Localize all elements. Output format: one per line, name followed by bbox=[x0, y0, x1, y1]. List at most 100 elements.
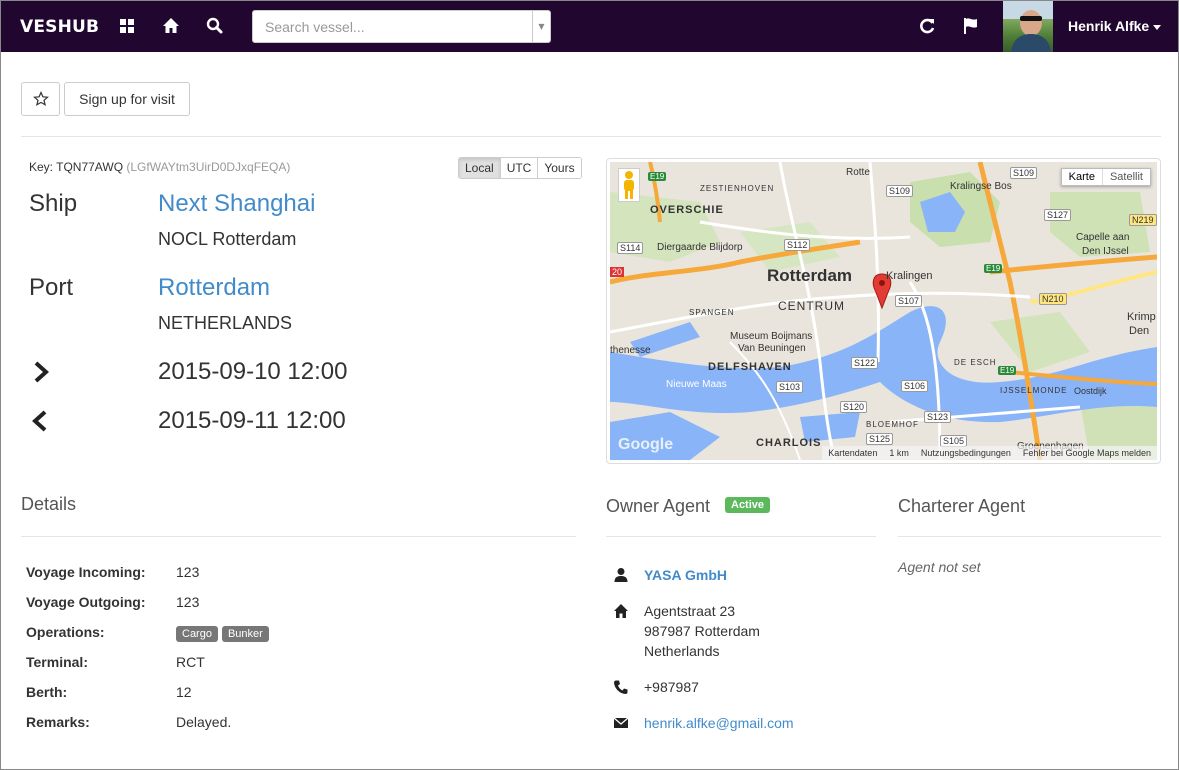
detail-label-voyage-out: Voyage Outgoing: bbox=[26, 594, 146, 610]
map-shield-e19b: E19 bbox=[984, 264, 1003, 273]
port-label: Port bbox=[29, 274, 74, 301]
map-shield-n219: N219 bbox=[1129, 214, 1157, 226]
search-icon[interactable] bbox=[205, 16, 225, 36]
ship-name-link[interactable]: Next Shanghai bbox=[158, 190, 315, 218]
map-label-oostdijk: Oostdijk bbox=[1074, 386, 1107, 396]
key-full: (LGfWAYtm3UirD0DJxqFEQA) bbox=[126, 160, 291, 174]
detail-value-voyage-in: 123 bbox=[176, 564, 200, 580]
map-label-nieuwe-maas: Nieuwe Maas bbox=[666, 379, 727, 390]
map-terms-link[interactable]: Nutzungsbedingungen bbox=[921, 446, 1011, 460]
map-label-museum2: Van Beuningen bbox=[738, 343, 806, 354]
port-map[interactable]: Karte Satellit Rotterdam Kralingen CENTR… bbox=[606, 158, 1161, 464]
brand-logo[interactable]: VESHUB bbox=[20, 17, 99, 37]
top-navbar: VESHUB ▼ Henrik Alfke bbox=[1, 1, 1178, 52]
tz-local-button[interactable]: Local bbox=[459, 158, 500, 178]
agent-email[interactable]: henrik.alfke@gmail.com bbox=[644, 715, 794, 731]
flag-icon[interactable] bbox=[961, 16, 981, 36]
envelope-icon bbox=[613, 717, 629, 728]
agent-address-line2: 987987 Rotterdam bbox=[644, 623, 760, 639]
tz-yours-button[interactable]: Yours bbox=[537, 158, 581, 178]
user-menu-caret-icon[interactable] bbox=[1153, 25, 1161, 30]
agent-name-link[interactable]: YASA GmbH bbox=[644, 565, 727, 585]
map-shield-s103: S103 bbox=[776, 381, 804, 393]
avatar[interactable] bbox=[1003, 1, 1053, 52]
detail-value-berth: 12 bbox=[176, 684, 192, 700]
signup-visit-button[interactable]: Sign up for visit bbox=[64, 82, 190, 116]
map-shield-e19c: E19 bbox=[998, 366, 1017, 375]
vessel-search[interactable]: ▼ bbox=[252, 10, 551, 43]
charterer-agent-title: Charterer Agent bbox=[898, 496, 1026, 516]
owner-agent-divider bbox=[606, 536, 876, 537]
street-view-pegman-icon[interactable] bbox=[618, 168, 640, 202]
map-shield-s127: S127 bbox=[1044, 209, 1072, 221]
map-shield-s123: S123 bbox=[924, 411, 952, 423]
agent-address: Agentstraat 23 987987 Rotterdam Netherla… bbox=[644, 601, 760, 661]
agent-name[interactable]: YASA GmbH bbox=[644, 567, 727, 583]
map-shield-s114: S114 bbox=[617, 242, 644, 254]
map-data-link[interactable]: Kartendaten bbox=[828, 446, 877, 460]
tz-utc-button[interactable]: UTC bbox=[499, 158, 538, 178]
map-shield-s120: S120 bbox=[840, 401, 868, 413]
map-label-krimpen1: Krimp bbox=[1127, 311, 1156, 323]
map-shield-s106: S106 bbox=[901, 380, 929, 392]
map-label-diergaarde: Diergaarde Blijdorp bbox=[657, 242, 743, 253]
map-label-centrum: CENTRUM bbox=[778, 299, 845, 313]
detail-value-terminal: RCT bbox=[176, 654, 205, 670]
map-type-karte[interactable]: Karte bbox=[1062, 169, 1103, 185]
map-label-krimpen2: Den bbox=[1129, 325, 1150, 337]
dashboard-icon[interactable] bbox=[117, 16, 137, 36]
map-shield-s125: S125 bbox=[866, 433, 894, 445]
user-icon bbox=[614, 568, 628, 582]
home-icon bbox=[614, 604, 628, 618]
agent-address-line3: Netherlands bbox=[644, 643, 720, 659]
refresh-icon[interactable] bbox=[917, 16, 937, 36]
detail-value-voyage-out: 123 bbox=[176, 594, 200, 610]
home-icon[interactable] bbox=[161, 16, 181, 36]
map-label-bloemhof: BLOEMHOF bbox=[866, 420, 919, 429]
map-label-kralingse-bos: Kralingse Bos bbox=[950, 181, 1012, 192]
chevron-left-icon bbox=[32, 410, 47, 432]
map-label-delfshaven: DELFSHAVEN bbox=[708, 361, 792, 373]
detail-label-voyage-in: Voyage Incoming: bbox=[26, 564, 146, 580]
map-label-spangen: SPANGEN bbox=[689, 308, 735, 317]
map-shield-e19a: E19 bbox=[648, 172, 667, 181]
map-shield-a20: 20 bbox=[610, 267, 625, 277]
map-label-overschie: OVERSCHIE bbox=[650, 204, 724, 216]
agent-phone: +987987 bbox=[644, 679, 699, 695]
map-label-charlois: CHARLOIS bbox=[756, 437, 822, 449]
port-name-link[interactable]: Rotterdam bbox=[158, 274, 270, 302]
map-type-satellit[interactable]: Satellit bbox=[1103, 169, 1150, 185]
call-key: Key: TQN77AWQ (LGfWAYtm3UirD0DJxqFEQA) bbox=[29, 160, 290, 174]
charterer-agent-empty: Agent not set bbox=[898, 559, 981, 575]
map-label-kralingen: Kralingen bbox=[886, 270, 933, 282]
departure-time: 2015-09-11 12:00 bbox=[158, 407, 346, 434]
map-label-ijsselmonde: IJSSELMONDE bbox=[1000, 386, 1068, 395]
map-shield-s109b: S109 bbox=[1010, 167, 1038, 179]
detail-label-terminal: Terminal: bbox=[26, 654, 88, 670]
map-label-capelle: Capelle aan bbox=[1076, 232, 1130, 243]
search-dropdown-toggle[interactable]: ▼ bbox=[532, 11, 550, 42]
agent-email-link[interactable]: henrik.alfke@gmail.com bbox=[644, 713, 794, 733]
map-scale: 1 km bbox=[889, 448, 909, 458]
details-divider bbox=[21, 536, 576, 537]
map-shield-s112: S112 bbox=[784, 239, 811, 251]
user-menu[interactable]: Henrik Alfke bbox=[1068, 18, 1149, 34]
map-label-museum1: Museum Boijmans bbox=[730, 331, 813, 342]
favorite-button[interactable] bbox=[21, 82, 60, 116]
operation-tag-bunker: Bunker bbox=[221, 626, 269, 642]
map-shield-s122: S122 bbox=[851, 357, 879, 369]
search-input[interactable] bbox=[253, 11, 523, 42]
detail-label-operations: Operations: bbox=[26, 624, 105, 640]
map-label-den-ijssel: Den IJssel bbox=[1082, 246, 1129, 257]
ship-operator: NOCL Rotterdam bbox=[158, 229, 297, 249]
google-logo: Google bbox=[618, 436, 674, 453]
map-label-rotte: Rotte bbox=[846, 167, 870, 178]
phone-icon bbox=[614, 680, 628, 694]
map-label-de-esch: DE ESCH bbox=[954, 358, 997, 367]
map-label-thenesse: thenesse bbox=[610, 345, 651, 356]
map-report-link[interactable]: Fehler bei Google Maps melden bbox=[1023, 446, 1151, 460]
operation-tag-cargo: Cargo bbox=[176, 626, 218, 642]
status-badge: Active bbox=[725, 497, 771, 513]
map-canvas[interactable]: Karte Satellit Rotterdam Kralingen CENTR… bbox=[610, 162, 1157, 460]
arrival-time: 2015-09-10 12:00 bbox=[158, 358, 348, 385]
